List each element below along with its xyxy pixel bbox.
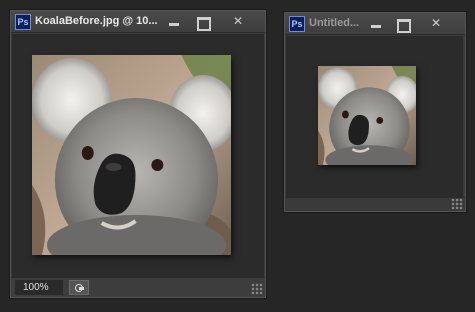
close-icon[interactable] <box>423 16 449 32</box>
close-icon[interactable] <box>225 14 251 30</box>
document-title: KoalaBefore.jpg @ 10... <box>35 15 158 27</box>
maximize-icon[interactable] <box>191 14 213 31</box>
resize-grip-icon[interactable] <box>251 283 263 295</box>
minimize-icon[interactable] <box>365 16 387 32</box>
koala-image-small <box>318 66 416 165</box>
status-bar <box>285 197 465 211</box>
document-title: Untitled... <box>309 17 360 29</box>
canvas-area[interactable] <box>286 36 463 197</box>
document-info-icon[interactable] <box>69 280 89 295</box>
document-window-untitled[interactable]: Ps Untitled... <box>284 12 466 212</box>
resize-grip-icon[interactable] <box>451 198 463 210</box>
photoshop-icon: Ps <box>15 14 31 30</box>
minimize-icon[interactable] <box>163 14 185 30</box>
photoshop-icon: Ps <box>289 16 305 32</box>
zoom-level-field[interactable]: 100% <box>15 280 63 295</box>
maximize-icon[interactable] <box>391 16 413 33</box>
window-titlebar[interactable]: Ps KoalaBefore.jpg @ 10... <box>11 11 265 33</box>
canvas-area[interactable] <box>12 34 264 277</box>
document-window-koala[interactable]: Ps KoalaBefore.jpg @ 10... ✕ 100% <box>10 10 266 298</box>
window-titlebar[interactable]: Ps Untitled... <box>285 13 465 35</box>
koala-image <box>32 55 231 255</box>
status-bar: 100% <box>11 277 265 297</box>
